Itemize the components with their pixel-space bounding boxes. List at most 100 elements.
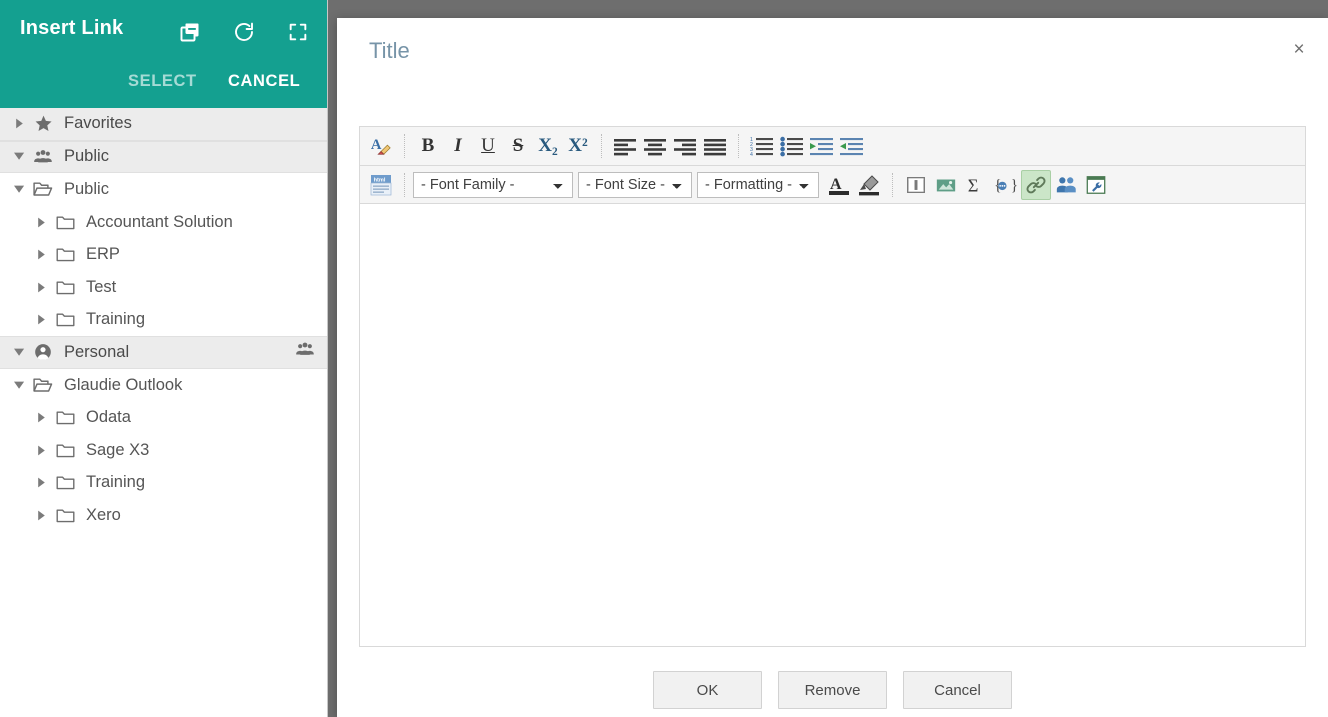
align-center-button[interactable] — [640, 131, 670, 161]
cancel-button[interactable]: Cancel — [903, 671, 1012, 709]
italic-button[interactable]: I — [443, 131, 473, 161]
tree-item-label: Accountant Solution — [86, 212, 233, 231]
folder-open-icon — [30, 375, 56, 395]
person-icon — [30, 342, 56, 362]
bulleted-list-button[interactable] — [777, 131, 807, 161]
chevron-down-icon[interactable] — [8, 380, 30, 391]
dialog-titlebar: Title × — [337, 18, 1328, 80]
ok-button[interactable]: OK — [653, 671, 762, 709]
tree-item-label: Sage X3 — [86, 440, 150, 459]
superscript-button[interactable]: X² — [563, 131, 593, 161]
align-justify-button[interactable] — [700, 131, 730, 161]
tree-item-public[interactable]: Public — [0, 140, 327, 174]
align-left-button[interactable] — [610, 131, 640, 161]
chevron-down-icon[interactable] — [8, 184, 30, 195]
tree-item-label: Training — [86, 473, 145, 492]
tree-item-public[interactable]: Public — [0, 173, 327, 206]
chevron-down-icon[interactable] — [8, 347, 30, 358]
numbered-list-button[interactable]: 1 2 3 4 — [747, 131, 777, 161]
clear-formatting-icon[interactable]: A — [366, 131, 396, 161]
chevron-right-icon[interactable] — [30, 412, 52, 423]
tree-item-label: Public — [64, 179, 109, 198]
toolbar-separator — [601, 134, 602, 158]
editor-toolbar-row-1: A B I U S X₂ X² 1 2 3 4 — [359, 126, 1306, 165]
tree-item-accountant-solution[interactable]: Accountant Solution — [0, 206, 327, 239]
fullscreen-icon[interactable] — [280, 14, 316, 50]
tree-item-odata[interactable]: Odata — [0, 401, 327, 434]
insert-placeholder-icon[interactable]: { } — [991, 170, 1021, 200]
outdent-button[interactable] — [837, 131, 867, 161]
bold-button[interactable]: B — [413, 131, 443, 161]
indent-button[interactable] — [807, 131, 837, 161]
star-icon — [30, 114, 56, 133]
dialog-title: Title — [369, 38, 410, 63]
tree-item-training[interactable]: Training — [0, 304, 327, 337]
copy-icon[interactable] — [172, 14, 208, 50]
subscript-button[interactable]: X₂ — [533, 131, 563, 161]
tree-item-label: Odata — [86, 408, 131, 427]
insert-image-icon[interactable] — [931, 170, 961, 200]
tree-item-label: Public — [64, 147, 109, 166]
close-icon[interactable]: × — [1284, 34, 1314, 64]
chevron-right-icon[interactable] — [30, 249, 52, 260]
tree-item-test[interactable]: Test — [0, 271, 327, 304]
svg-text:Σ: Σ — [968, 175, 979, 195]
chevron-right-icon[interactable] — [30, 445, 52, 456]
remove-button[interactable]: Remove — [778, 671, 887, 709]
svg-text:A: A — [371, 137, 382, 153]
insert-contact-icon[interactable] — [1051, 170, 1081, 200]
bold-glyph: B — [421, 135, 435, 156]
cancel-button[interactable]: CANCEL — [228, 72, 300, 91]
highlight-color-icon[interactable] — [854, 170, 884, 200]
rich-text-editor: A B I U S X₂ X² 1 2 3 4 html - Font Fami… — [359, 126, 1306, 647]
folder-open-icon — [30, 179, 56, 199]
folder-tree: Favorites Public Public Accountant Solution… — [0, 108, 327, 532]
tree-item-favorites[interactable]: Favorites — [0, 108, 327, 141]
editor-content-area[interactable] — [359, 204, 1306, 647]
formatting-select[interactable]: - Formatting - — [697, 171, 819, 198]
picker-title: Insert Link — [20, 17, 124, 39]
tools-icon[interactable] — [1081, 170, 1111, 200]
chevron-down-icon[interactable] — [8, 151, 30, 162]
tree-item-label: Favorites — [64, 114, 132, 133]
chevron-right-icon[interactable] — [30, 282, 52, 293]
underline-button[interactable]: U — [473, 131, 503, 161]
text-color-icon[interactable]: A — [824, 170, 854, 200]
tree-item-sage-x3[interactable]: Sage X3 — [0, 434, 327, 467]
font-size-select[interactable]: - Font Size - — [578, 171, 692, 198]
refresh-icon[interactable] — [226, 14, 262, 50]
strikethrough-button[interactable]: S — [503, 131, 533, 161]
html-source-icon[interactable]: html — [366, 170, 396, 200]
tree-item-label: Training — [86, 310, 145, 329]
insert-formula-icon[interactable]: Σ — [961, 170, 991, 200]
font-family-select[interactable]: - Font Family - — [413, 171, 573, 198]
toolbar-separator — [892, 172, 893, 197]
group-icon[interactable] — [295, 340, 315, 365]
chevron-right-icon[interactable] — [30, 217, 52, 228]
insert-link-icon[interactable] — [1021, 169, 1051, 200]
select-button[interactable]: SELECT — [128, 72, 197, 91]
group-icon — [30, 147, 56, 167]
tree-item-personal[interactable]: Personal — [0, 336, 327, 369]
tree-item-label: Personal — [64, 342, 130, 361]
chevron-right-icon[interactable] — [30, 477, 52, 488]
tree-item-glaudie-outlook[interactable]: Glaudie Outlook — [0, 369, 327, 402]
underline-glyph: U — [481, 135, 495, 156]
chevron-right-icon[interactable] — [30, 510, 52, 521]
svg-text:A: A — [830, 176, 842, 193]
folder-icon — [52, 441, 78, 460]
insert-table-icon[interactable] — [901, 170, 931, 200]
tree-item-training[interactable]: Training — [0, 467, 327, 500]
strikethrough-glyph: S — [512, 135, 524, 156]
align-right-button[interactable] — [670, 131, 700, 161]
tree-item-label: Glaudie Outlook — [64, 375, 183, 394]
chevron-right-icon[interactable] — [8, 118, 30, 129]
toolbar-separator — [404, 134, 405, 158]
insert-link-dialog: Title × A B I U S X₂ X² 1 2 3 4 html - F… — [337, 18, 1328, 717]
tree-item-erp[interactable]: ERP — [0, 238, 327, 271]
subscript-glyph: X₂ — [538, 135, 558, 156]
tree-item-xero[interactable]: Xero — [0, 499, 327, 532]
tree-item-label: Test — [86, 277, 117, 296]
svg-text:html: html — [374, 177, 386, 183]
chevron-right-icon[interactable] — [30, 314, 52, 325]
